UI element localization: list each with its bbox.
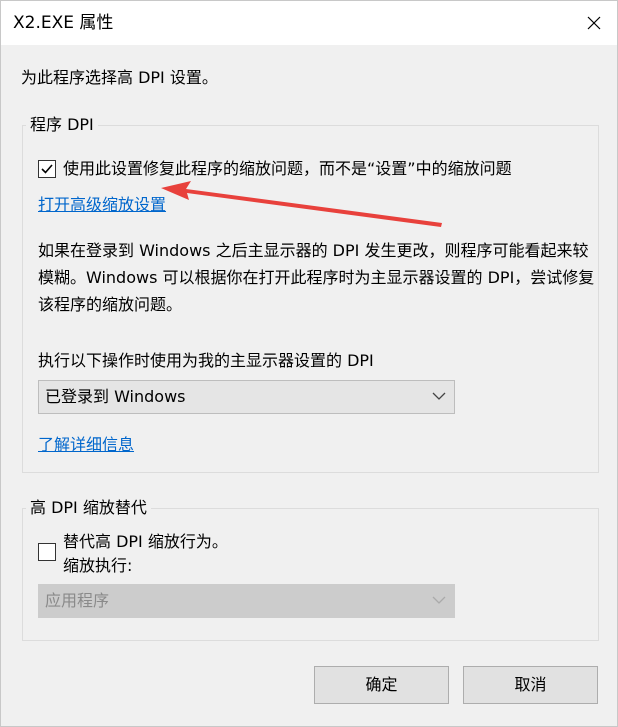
scaling-performer-select: 应用程序 [38, 584, 455, 618]
override-legend: 高 DPI 缩放替代 [26, 497, 151, 519]
dpi-select-label: 执行以下操作时使用为我的主显示器设置的 DPI [38, 351, 374, 370]
checkmark-icon [41, 164, 53, 174]
override-checkbox[interactable] [38, 543, 56, 561]
intro-text: 为此程序选择高 DPI 设置。 [21, 68, 218, 87]
program-dpi-legend: 程序 DPI [26, 114, 98, 136]
fix-scaling-label[interactable]: 使用此设置修复此程序的缩放问题，而不是“设置”中的缩放问题 [63, 158, 512, 180]
ok-button[interactable]: 确定 [314, 666, 449, 704]
dpi-mode-select-value: 已登录到 Windows [45, 387, 186, 406]
window-title: X2.EXE 属性 [13, 13, 114, 33]
close-icon [587, 16, 601, 30]
scaling-performed-label: 缩放执行: [63, 556, 133, 575]
learn-more-link[interactable]: 了解详细信息 [38, 434, 134, 456]
close-button[interactable] [571, 1, 617, 45]
chevron-down-icon [432, 392, 446, 400]
title-bar: X2.EXE 属性 [1, 1, 617, 45]
chevron-down-icon [432, 596, 446, 604]
fix-scaling-checkbox[interactable] [38, 160, 56, 178]
cancel-button[interactable]: 取消 [463, 666, 598, 704]
scaling-performer-value: 应用程序 [45, 591, 110, 610]
dpi-description: 如果在登录到 Windows 之后主显示器的 DPI 发生更改，则程序可能看起来… [38, 241, 595, 314]
properties-dialog: X2.EXE 属性 为此程序选择高 DPI 设置。 程序 DPI 使用此设置修复… [0, 0, 618, 727]
override-label[interactable]: 替代高 DPI 缩放行为。 [63, 531, 228, 553]
advanced-scaling-link[interactable]: 打开高级缩放设置 [38, 194, 166, 216]
dpi-mode-select[interactable]: 已登录到 Windows [38, 380, 455, 414]
